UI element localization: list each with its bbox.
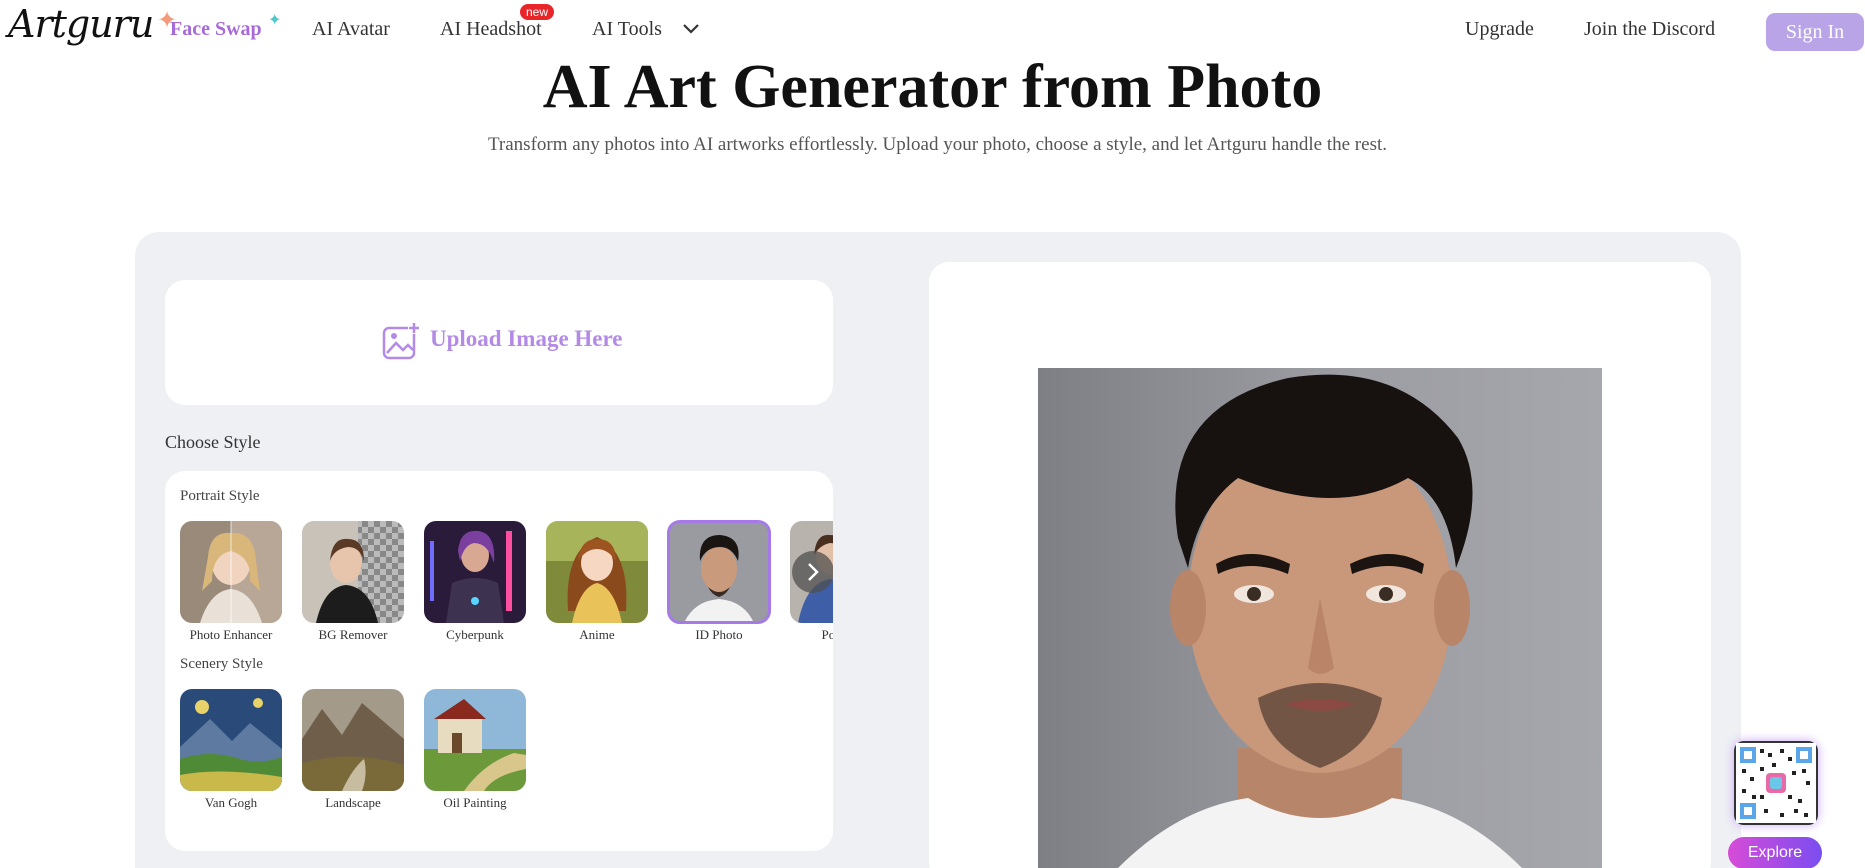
- style-oil-painting[interactable]: Oil Painting: [424, 689, 526, 811]
- style-label: Portrait: [821, 627, 834, 642]
- nav-ai-headshot[interactable]: AI Headshot: [440, 18, 542, 41]
- upload-label[interactable]: Upload Image Here: [430, 326, 623, 352]
- nav-face-swap[interactable]: Face Swap: [170, 18, 262, 41]
- style-landscape[interactable]: Landscape: [302, 689, 404, 811]
- style-cyberpunk[interactable]: Cyberpunk: [424, 521, 526, 643]
- style-thumbnail[interactable]: [424, 689, 526, 791]
- style-picker: Portrait Style Photo Enhancer BG Remover…: [165, 471, 833, 851]
- logo[interactable]: Artguru: [8, 2, 154, 46]
- new-badge: new: [520, 4, 555, 20]
- style-thumbnail[interactable]: [180, 689, 282, 791]
- carousel-next-button[interactable]: [792, 551, 833, 593]
- image-upload-icon[interactable]: [382, 322, 420, 360]
- style-label: Van Gogh: [204, 795, 258, 810]
- style-label: Photo Enhancer: [189, 627, 273, 642]
- style-id-photo[interactable]: ID Photo: [667, 520, 771, 643]
- style-bg-remover[interactable]: BG Remover: [302, 521, 404, 643]
- chevron-down-icon[interactable]: [682, 22, 700, 36]
- style-label: ID Photo: [695, 627, 743, 642]
- style-label: Oil Painting: [443, 795, 507, 810]
- top-nav: Artguru ✦ Face Swap ✦ AI Avatar AI Heads…: [0, 0, 1865, 62]
- nav-upgrade[interactable]: Upgrade: [1465, 18, 1534, 41]
- style-thumbnail[interactable]: [424, 521, 526, 623]
- sign-in-button[interactable]: Sign In: [1766, 13, 1864, 51]
- style-van-gogh[interactable]: Van Gogh: [180, 689, 282, 811]
- nav-join-discord[interactable]: Join the Discord: [1584, 18, 1715, 41]
- chevron-right-icon[interactable]: [805, 562, 821, 582]
- portrait-style-label: Portrait Style: [180, 488, 260, 504]
- style-thumbnail[interactable]: [302, 521, 404, 623]
- style-thumbnail[interactable]: [180, 521, 282, 623]
- qr-code[interactable]: [1734, 741, 1818, 825]
- style-thumbnail[interactable]: [546, 521, 648, 623]
- style-label: Anime: [579, 627, 615, 642]
- nav-ai-avatar[interactable]: AI Avatar: [312, 18, 390, 41]
- scenery-style-label: Scenery Style: [180, 656, 263, 672]
- preview-image: [1038, 368, 1602, 868]
- style-label: Cyberpunk: [446, 627, 504, 642]
- style-thumbnail[interactable]: [302, 689, 404, 791]
- style-thumbnail-selected[interactable]: [667, 520, 771, 624]
- page-title: AI Art Generator from Photo: [542, 53, 1323, 121]
- choose-style-heading: Choose Style: [165, 432, 261, 452]
- sparkle-icon: ✦: [268, 12, 282, 29]
- nav-ai-tools[interactable]: AI Tools: [592, 18, 662, 41]
- page-subtitle: Transform any photos into AI artworks ef…: [487, 134, 1387, 155]
- style-anime[interactable]: Anime: [546, 521, 648, 643]
- explore-button[interactable]: Explore: [1728, 837, 1822, 868]
- style-photo-enhancer[interactable]: Photo Enhancer: [180, 521, 282, 643]
- style-label: Landscape: [325, 795, 381, 810]
- style-label: BG Remover: [318, 627, 388, 642]
